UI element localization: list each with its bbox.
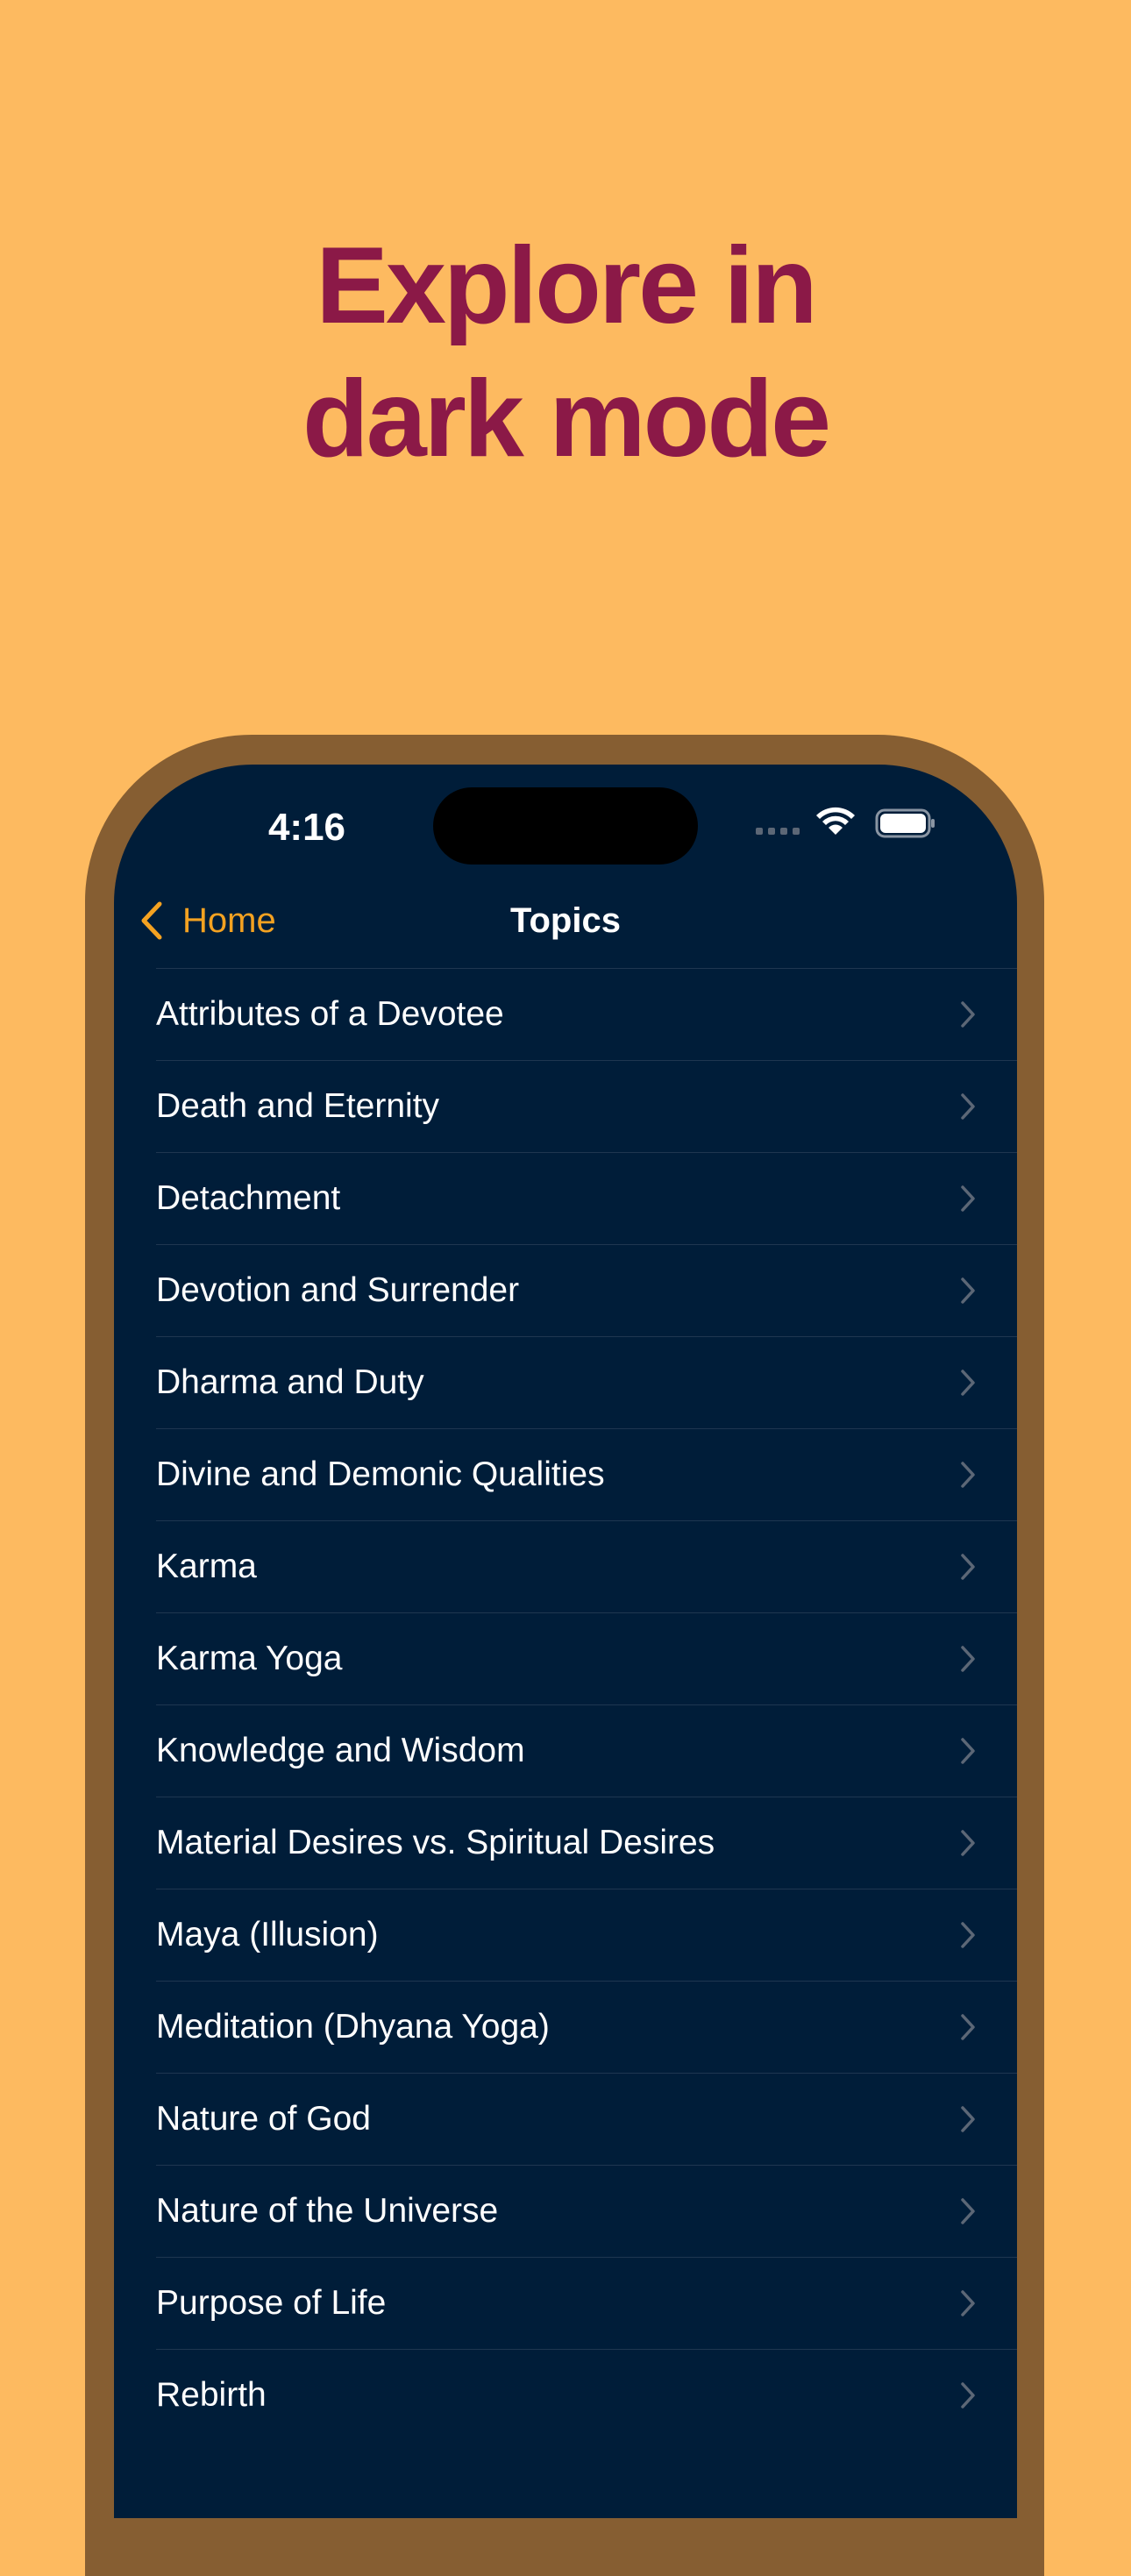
topic-row[interactable]: Maya (Illusion) [156,1889,1017,1981]
topic-label: Nature of God [156,2100,371,2138]
topic-row[interactable]: Rebirth [156,2349,1017,2441]
phone-screen: 4:16 Home Topics Attributes of a Devotee… [114,765,1017,2518]
topic-label: Karma Yoga [156,1640,343,1677]
topic-label: Purpose of Life [156,2284,387,2322]
chevron-right-icon [961,1462,975,1488]
promo-headline: Explore in dark mode [0,219,1131,486]
topic-row[interactable]: Knowledge and Wisdom [156,1704,1017,1797]
topic-row[interactable]: Death and Eternity [156,1060,1017,1152]
topic-label: Knowledge and Wisdom [156,1732,525,1769]
chevron-right-icon [961,2014,975,2040]
topic-label: Detachment [156,1179,341,1217]
chevron-right-icon [961,1922,975,1948]
topic-label: Material Desires vs. Spiritual Desires [156,1824,715,1861]
chevron-right-icon [961,1093,975,1120]
topic-label: Death and Eternity [156,1087,440,1125]
topic-row[interactable]: Meditation (Dhyana Yoga) [156,1981,1017,2073]
chevron-right-icon [961,1646,975,1672]
topic-label: Meditation (Dhyana Yoga) [156,2008,550,2046]
cellular-signal-icon [756,828,800,835]
dynamic-island [433,787,698,865]
chevron-right-icon [961,1554,975,1580]
topic-label: Dharma and Duty [156,1363,424,1401]
topics-list: Attributes of a Devotee Death and Eternit… [156,968,1017,2441]
status-bar-time: 4:16 [267,806,346,849]
topic-row[interactable]: Dharma and Duty [156,1336,1017,1428]
topic-label: Karma [156,1548,257,1585]
topic-row[interactable]: Purpose of Life [156,2257,1017,2349]
topic-row[interactable]: Karma [156,1520,1017,1612]
chevron-right-icon [961,2106,975,2132]
topic-row[interactable]: Attributes of a Devotee [156,968,1017,1060]
page-title: Topics [510,901,621,940]
chevron-right-icon [961,1001,975,1028]
topic-row[interactable]: Material Desires vs. Spiritual Desires [156,1797,1017,1889]
topic-label: Nature of the Universe [156,2192,499,2230]
headline-line-1: Explore in [316,225,817,346]
topic-row[interactable]: Divine and Demonic Qualities [156,1428,1017,1520]
chevron-right-icon [961,2290,975,2316]
chevron-right-icon [961,1277,975,1304]
topic-row[interactable]: Devotion and Surrender [156,1244,1017,1336]
topic-label: Maya (Illusion) [156,1916,379,1953]
battery-icon [875,808,935,838]
topic-label: Divine and Demonic Qualities [156,1455,605,1493]
chevron-right-icon [961,1738,975,1764]
chevron-right-icon [961,1185,975,1212]
topic-row[interactable]: Nature of the Universe [156,2165,1017,2257]
chevron-right-icon [961,1830,975,1856]
chevron-right-icon [961,1370,975,1396]
topic-row[interactable]: Nature of God [156,2073,1017,2165]
topic-label: Attributes of a Devotee [156,995,504,1033]
headline-line-2: dark mode [302,359,831,480]
chevron-right-icon [961,2198,975,2224]
topic-row[interactable]: Detachment [156,1152,1017,1244]
topic-label: Rebirth [156,2376,267,2414]
topic-label: Devotion and Surrender [156,1271,520,1309]
chevron-right-icon [961,2382,975,2409]
topic-row[interactable]: Karma Yoga [156,1612,1017,1704]
wifi-icon [816,807,855,835]
